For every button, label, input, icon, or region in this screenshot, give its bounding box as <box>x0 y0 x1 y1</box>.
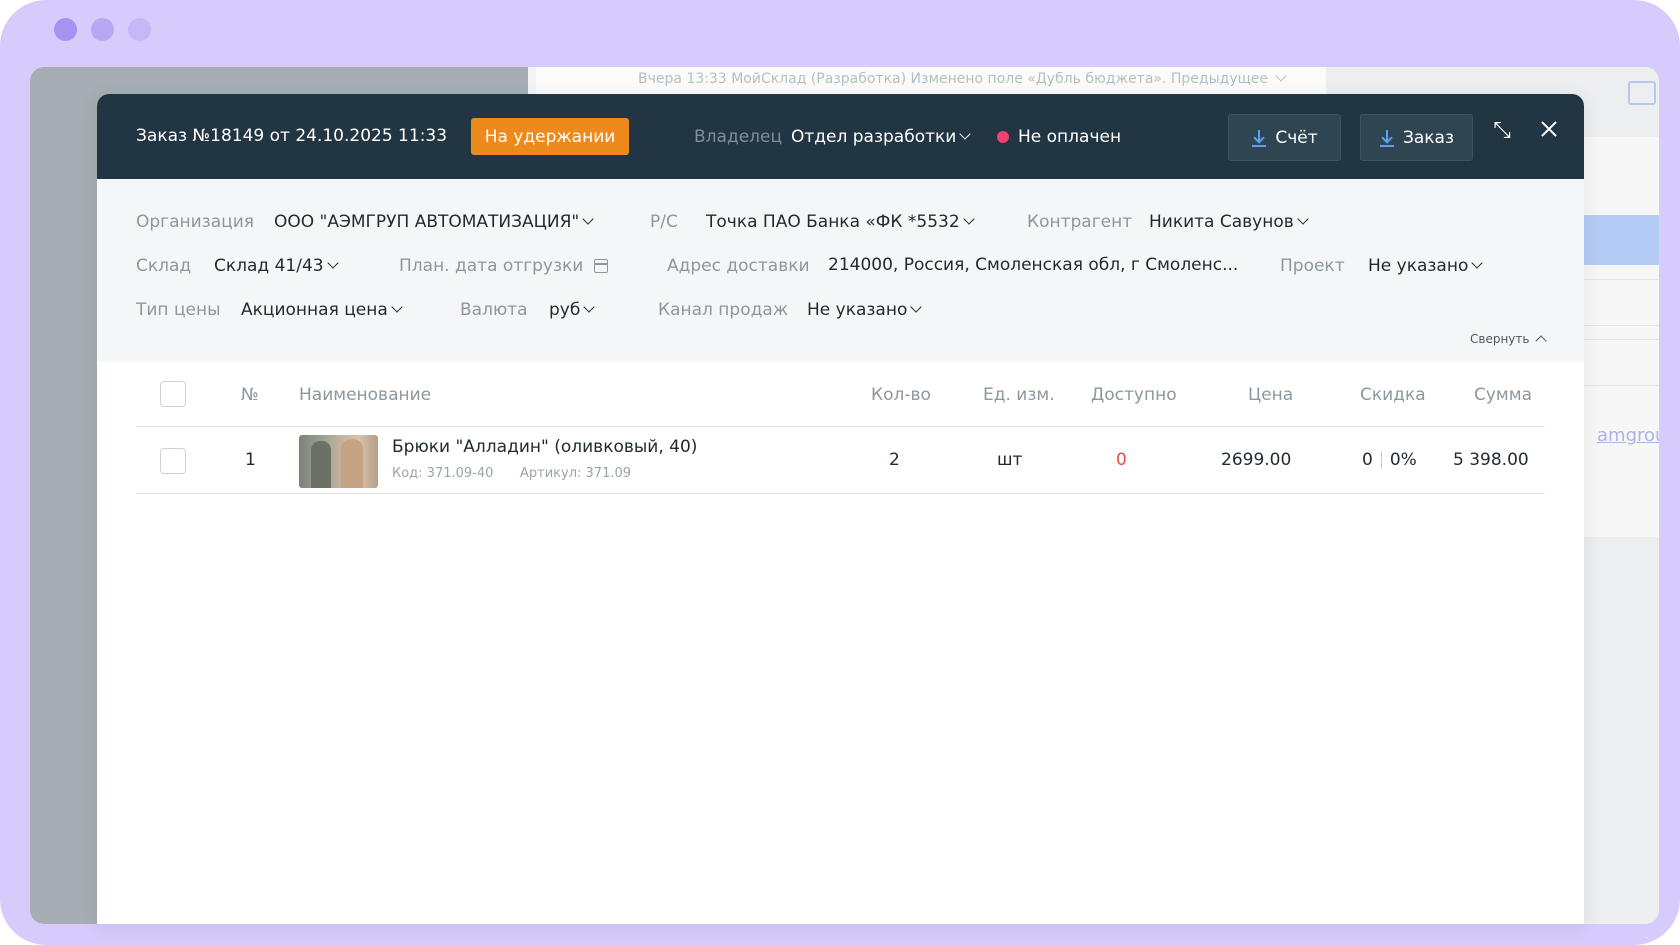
warehouse-value: Склад 41/43 <box>214 256 324 276</box>
delivery-address-label: Адрес доставки <box>667 256 810 276</box>
window-controls <box>54 18 151 41</box>
order-fields: Организация ООО "АЭМГРУП АВТОМАТИЗАЦИЯ" … <box>97 179 1584 362</box>
row-discount[interactable]: 0 0% <box>1362 450 1417 470</box>
owner-select[interactable]: Отдел разработки <box>791 127 970 147</box>
window-zoom-dot[interactable] <box>128 18 151 41</box>
download-invoice-button[interactable]: Счёт <box>1228 114 1341 161</box>
calendar-icon[interactable] <box>594 259 608 273</box>
account-value: Точка ПАО Банка «ФК *5532 <box>706 212 960 232</box>
background-history-entry: Вчера 13:33 МойСклад (Разработка) Измене… <box>638 71 1286 87</box>
chevron-down-icon <box>1298 217 1308 227</box>
product-article: Артикул: 371.09 <box>520 466 632 481</box>
organization-value: ООО "АЭМГРУП АВТОМАТИЗАЦИЯ" <box>274 212 580 232</box>
row-qty[interactable]: 2 <box>889 450 900 470</box>
invoice-button-label: Счёт <box>1275 127 1318 148</box>
product-code: Код: 371.09-40 <box>392 466 494 481</box>
discount-percent: 0% <box>1389 450 1417 470</box>
chevron-down-icon <box>1472 261 1482 271</box>
collapse-fields-link[interactable]: Свернуть <box>1470 332 1548 347</box>
table-header-row: № Наименование Кол-во Ед. изм. Доступно … <box>136 362 1545 427</box>
col-qty[interactable]: Кол-во <box>871 385 931 405</box>
project-value: Не указано <box>1368 256 1469 276</box>
col-num: № <box>241 385 259 405</box>
col-unit[interactable]: Ед. изм. <box>983 385 1055 405</box>
row-checkbox[interactable] <box>160 448 186 474</box>
currency-label: Валюта <box>460 300 528 320</box>
chevron-down-icon <box>328 261 338 271</box>
ship-date-label: План. дата отгрузки <box>399 256 584 276</box>
currency-value: руб <box>549 300 581 320</box>
row-num: 1 <box>245 450 256 470</box>
modal-header: Заказ №18149 от 24.10.2025 11:33 На удер… <box>97 94 1584 179</box>
download-icon <box>1251 129 1267 147</box>
chevron-down-icon <box>964 217 974 227</box>
row-price[interactable]: 2699.00 <box>1221 450 1291 470</box>
window-frame: Вчера 13:33 МойСклад (Разработка) Измене… <box>0 0 1680 945</box>
price-type-select[interactable]: Акционная цена <box>241 300 402 320</box>
close-icon[interactable] <box>1536 116 1562 142</box>
owner-value: Отдел разработки <box>791 127 957 147</box>
chevron-down-icon <box>960 132 970 142</box>
order-modal: Заказ №18149 от 24.10.2025 11:33 На удер… <box>97 94 1584 924</box>
chevron-down-icon <box>911 305 921 315</box>
product-thumbnail[interactable] <box>299 435 378 488</box>
col-price[interactable]: Цена <box>1248 385 1293 405</box>
status-badge[interactable]: На удержании <box>471 118 629 155</box>
counterparty-label: Контрагент <box>1027 212 1133 232</box>
sales-channel-label: Канал продаж <box>658 300 789 320</box>
project-select[interactable]: Не указано <box>1368 256 1482 276</box>
order-button-label: Заказ <box>1402 127 1455 148</box>
warehouse-select[interactable]: Склад 41/43 <box>214 256 338 276</box>
currency-select[interactable]: руб <box>549 300 594 320</box>
organization-select[interactable]: ООО "АЭМГРУП АВТОМАТИЗАЦИЯ" <box>274 212 593 232</box>
col-available[interactable]: Доступно <box>1091 385 1177 405</box>
download-icon <box>1379 129 1395 147</box>
window-minimize-dot[interactable] <box>91 18 114 41</box>
collapse-label: Свернуть <box>1470 332 1530 346</box>
row-sum: 5 398.00 <box>1453 450 1529 470</box>
history-text: Вчера 13:33 МойСклад (Разработка) Измене… <box>638 71 1269 87</box>
window-close-dot[interactable] <box>54 18 77 41</box>
row-available: 0 <box>1116 450 1127 470</box>
account-label: Р/С <box>650 212 678 232</box>
minimize-icon[interactable]: ⤡ <box>1489 118 1515 144</box>
counterparty-value: Никита Савунов <box>1149 212 1294 232</box>
sales-channel-select[interactable]: Не указано <box>807 300 921 320</box>
sales-channel-value: Не указано <box>807 300 908 320</box>
price-type-label: Тип цены <box>136 300 221 320</box>
unpaid-status-dot <box>997 131 1009 143</box>
download-order-button[interactable]: Заказ <box>1360 114 1473 161</box>
chevron-down-icon <box>584 305 594 315</box>
organization-label: Организация <box>136 212 254 232</box>
add-panel-icon[interactable] <box>1628 81 1656 105</box>
product-name[interactable]: Брюки "Алладин" (оливковый, 40) <box>392 437 697 457</box>
owner-label: Владелец <box>694 127 783 147</box>
order-title: Заказ №18149 от 24.10.2025 11:33 <box>136 126 448 146</box>
col-discount[interactable]: Скидка <box>1360 385 1426 405</box>
price-type-value: Акционная цена <box>241 300 388 320</box>
col-name[interactable]: Наименование <box>299 385 431 405</box>
counterparty-select[interactable]: Никита Савунов <box>1149 212 1308 232</box>
payment-status: Не оплачен <box>1018 127 1122 147</box>
table-row[interactable]: 1 Брюки "Алладин" (оливковый, 40) Код: 3… <box>136 428 1545 494</box>
discount-value: 0 <box>1362 450 1373 470</box>
chevron-up-icon <box>1535 335 1548 347</box>
chevron-down-icon <box>392 305 402 315</box>
row-unit: шт <box>997 450 1023 470</box>
chevron-down-icon <box>583 217 593 227</box>
account-select[interactable]: Точка ПАО Банка «ФК *5532 <box>706 212 974 232</box>
select-all-checkbox[interactable] <box>160 381 186 407</box>
delivery-address-value[interactable]: 214000, Россия, Смоленская обл, г Смолен… <box>828 255 1238 275</box>
background-link[interactable]: amgrou <box>1597 425 1659 446</box>
warehouse-label: Склад <box>136 256 192 276</box>
chevron-down-icon <box>1276 74 1286 84</box>
col-sum[interactable]: Сумма <box>1474 385 1532 405</box>
project-label: Проект <box>1280 256 1345 276</box>
